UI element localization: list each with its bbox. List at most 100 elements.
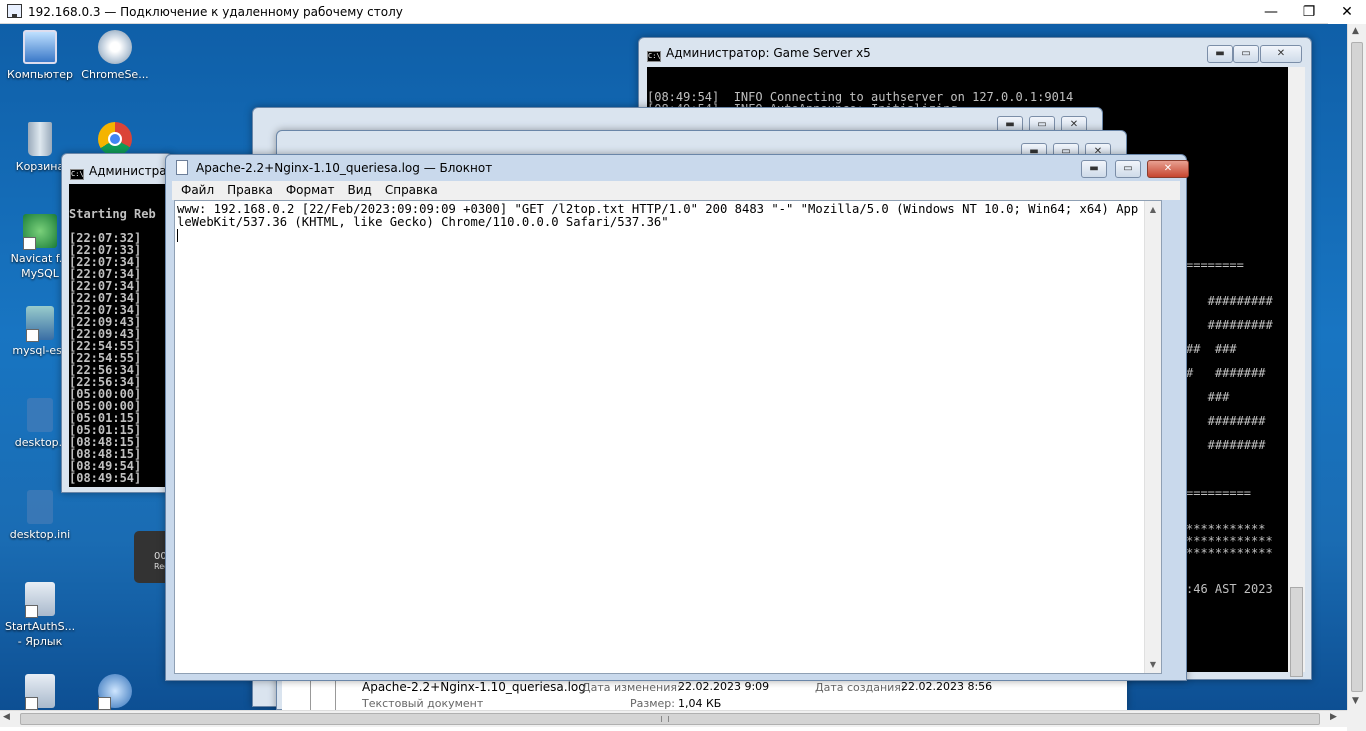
- scroll-corner: [1347, 710, 1366, 731]
- desktop-icon-chromesetup[interactable]: ChromeSe...: [80, 30, 150, 82]
- installer-icon: [26, 306, 54, 342]
- rdp-horizontal-thumb[interactable]: [20, 713, 1320, 725]
- rdp-title: 192.168.0.3 — Подключение к удаленному р…: [28, 5, 403, 19]
- notepad-menu-bar: Файл Правка Формат Вид Справка: [172, 181, 1180, 200]
- menu-format[interactable]: Формат: [277, 181, 339, 197]
- details-size-value: 1,04 КБ: [678, 697, 722, 710]
- desktop-icon-label: Компьютер: [7, 68, 73, 81]
- text-file-icon: [310, 679, 336, 711]
- desktop-icon-startauth[interactable]: StartAuthS... - Ярлык: [5, 582, 75, 649]
- desktop-icon-label: Корзина: [15, 160, 65, 173]
- notepad-vertical-scrollbar[interactable]: ▲ ▼: [1144, 201, 1161, 673]
- text-caret: [177, 229, 178, 242]
- scroll-up-arrow-icon[interactable]: ▲: [1352, 26, 1359, 36]
- desktop-icon-desktop-ini-2[interactable]: desktop.ini: [5, 490, 75, 542]
- console-icon: C:\: [70, 169, 84, 180]
- navicat-icon: [23, 214, 57, 250]
- rdp-vertical-thumb[interactable]: [1351, 42, 1363, 692]
- console-line: =========: [1186, 486, 1252, 500]
- desktop-icon-shortcut[interactable]: [5, 674, 75, 710]
- notepad-text-area[interactable]: www: 192.168.0.2 [22/Feb/2023:09:09:09 +…: [174, 200, 1162, 674]
- ini-file-icon: [27, 490, 53, 524]
- details-file-name: Apache-2.2+Nginx-1.10_queriesa.log: [362, 680, 586, 694]
- rdp-minimize-button[interactable]: —: [1252, 0, 1290, 24]
- gameserver-minimize-button[interactable]: ▬: [1207, 45, 1233, 63]
- console-line: ## ###: [1186, 342, 1237, 356]
- notepad-minimize-button[interactable]: ▬: [1081, 160, 1107, 178]
- notepad-icon: [176, 160, 188, 175]
- desktop-icon-media-player[interactable]: [80, 674, 150, 710]
- notepad-close-button[interactable]: ✕: [1147, 160, 1189, 178]
- rdp-maximize-button[interactable]: ❐: [1290, 0, 1328, 24]
- desktop-icon-label: desktop.ini: [9, 528, 71, 541]
- notepad-window[interactable]: Apache-2.2+Nginx-1.10_queriesa.log — Бло…: [165, 154, 1189, 681]
- notepad-maximize-button[interactable]: ▭: [1115, 160, 1141, 178]
- media-player-icon: [98, 674, 132, 710]
- scroll-down-arrow-icon[interactable]: ▼: [1145, 656, 1161, 673]
- notepad-content[interactable]: www: 192.168.0.2 [22/Feb/2023:09:09:09 +…: [177, 203, 1143, 243]
- setup-disc-icon: [98, 30, 132, 64]
- scroll-up-arrow-icon[interactable]: ▲: [1145, 201, 1161, 218]
- scroll-left-arrow-icon[interactable]: ◀: [3, 712, 10, 722]
- desktop-icon-label: StartAuthS... - Ярлык: [5, 620, 76, 648]
- gameserver-scroll-thumb[interactable]: [1290, 587, 1303, 677]
- gameserver-maximize-button[interactable]: ▭: [1233, 45, 1259, 63]
- desktop-icon-computer[interactable]: Компьютер: [5, 30, 75, 82]
- menu-file[interactable]: Файл: [172, 181, 218, 197]
- desktop-icon-label: mysql-ess: [12, 344, 68, 357]
- console-line: #########: [1186, 318, 1273, 332]
- console-line: ========: [1186, 258, 1244, 272]
- desktop-icon-label: desktop.i: [14, 436, 66, 449]
- details-size-label: Размер:: [630, 697, 675, 710]
- remote-desktop-icon: [7, 4, 22, 18]
- console-line: ###: [1186, 390, 1230, 404]
- console-line: :46 AST 2023: [1186, 582, 1273, 596]
- gameserver-title: C:\ Администратор: Game Server x5: [647, 46, 871, 62]
- menu-view[interactable]: Вид: [339, 181, 376, 197]
- ini-file-icon: [27, 398, 53, 432]
- details-created-label: Дата создания:: [815, 681, 905, 694]
- notepad-title: Apache-2.2+Nginx-1.10_queriesa.log — Бло…: [196, 161, 493, 175]
- console-line: ########: [1186, 414, 1266, 428]
- recycle-bin-icon: [28, 122, 52, 156]
- gameserver-title-text: Администратор: Game Server x5: [666, 46, 871, 60]
- rdp-vertical-scrollbar[interactable]: ▲ ▼: [1347, 24, 1366, 710]
- rdp-title-bar: 192.168.0.3 — Подключение к удаленному р…: [0, 0, 1366, 24]
- scroll-down-arrow-icon[interactable]: ▼: [1352, 696, 1359, 706]
- console-line: # #######: [1186, 366, 1266, 380]
- gameserver-close-button[interactable]: ✕: [1260, 45, 1302, 63]
- rebirth-console-window[interactable]: C:\ Администрато Starting Reb [22:07:32][…: [61, 153, 181, 493]
- console-line: Starting Reb: [69, 207, 156, 221]
- rdp-close-button[interactable]: ✕: [1328, 0, 1366, 24]
- notepad-log-line: www: 192.168.0.2 [22/Feb/2023:09:09:09 +…: [177, 202, 1139, 229]
- scroll-right-arrow-icon[interactable]: ▶: [1330, 712, 1337, 722]
- gameserver-scrollbar[interactable]: [1288, 67, 1305, 677]
- gameserver-log-right: ======== ######### ######### ## ### # ##…: [1186, 67, 1288, 595]
- rebirth-console-log: Starting Reb [22:07:32] [22:07:33] [22:07:…: [69, 208, 169, 484]
- desktop-icon-label: ChromeSe...: [81, 68, 149, 81]
- menu-help[interactable]: Справка: [376, 181, 442, 197]
- rebirth-console-output[interactable]: Starting Reb [22:07:32] [22:07:33] [22:07:…: [69, 184, 169, 487]
- console-line: [08:49:54]: [69, 471, 142, 485]
- rdp-horizontal-scrollbar[interactable]: ◀ ▶: [0, 710, 1347, 727]
- menu-edit[interactable]: Правка: [218, 181, 277, 197]
- shortcut-icon: [25, 674, 55, 710]
- console-line: #########: [1186, 294, 1273, 308]
